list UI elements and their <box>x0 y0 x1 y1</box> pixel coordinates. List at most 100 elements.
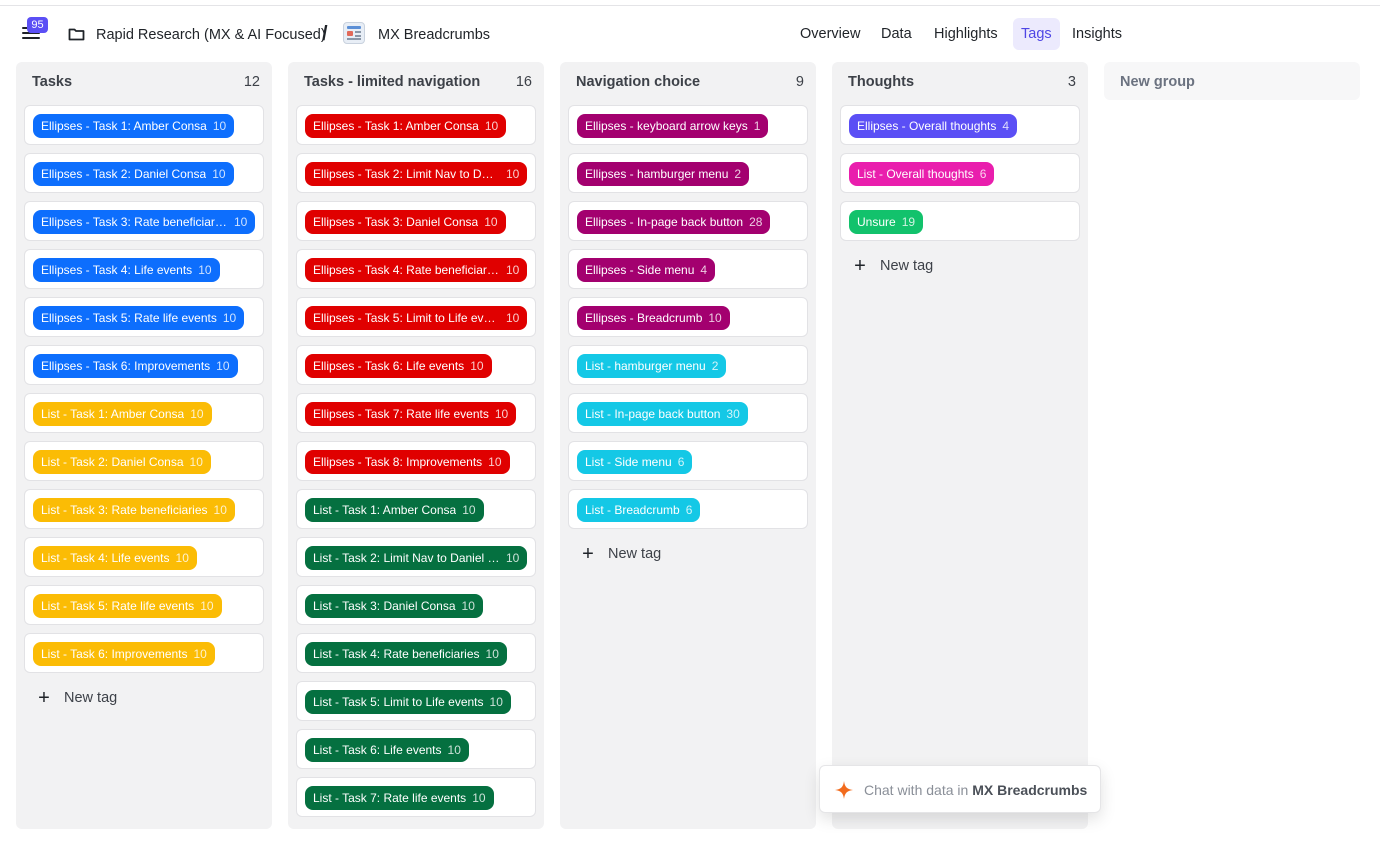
tag-pill[interactable]: Ellipses - keyboard arrow keys 1 <box>577 114 769 138</box>
tag-card[interactable]: List - Side menu 6 <box>568 441 808 481</box>
tag-card[interactable]: List - Breadcrumb 6 <box>568 489 808 529</box>
tag-card[interactable]: List - Task 3: Daniel Consa 10 <box>296 585 536 625</box>
tag-card[interactable]: Ellipses - Task 2: Daniel Consa 10 <box>24 153 264 193</box>
tag-count: 6 <box>979 167 987 181</box>
tag-pill[interactable]: List - Overall thoughts 6 <box>849 162 995 186</box>
group-header[interactable]: Navigation choice 9 <box>576 74 804 94</box>
tag-card[interactable]: List - hamburger menu 2 <box>568 345 808 385</box>
tag-card[interactable]: List - Task 5: Limit to Life events 10 <box>296 681 536 721</box>
tag-pill[interactable]: Ellipses - hamburger menu 2 <box>577 162 750 186</box>
group-header[interactable]: Thoughts 3 <box>848 74 1076 94</box>
tag-pill[interactable]: Ellipses - Task 2: Daniel Consa 10 <box>33 162 234 186</box>
tag-card[interactable]: Ellipses - Task 1: Amber Consa 10 <box>296 105 536 145</box>
tag-card[interactable]: List - Task 1: Amber Consa 10 <box>296 489 536 529</box>
tag-pill[interactable]: Ellipses - Task 5: Rate life events 10 <box>33 306 245 330</box>
tag-card[interactable]: List - Task 5: Rate life events 10 <box>24 585 264 625</box>
tag-pill[interactable]: List - In-page back button 30 <box>577 402 748 426</box>
tag-pill[interactable]: List - Breadcrumb 6 <box>577 498 701 522</box>
tag-pill[interactable]: Ellipses - Task 4: Life events 10 <box>33 258 220 282</box>
tag-count: 10 <box>213 503 227 517</box>
tag-card[interactable]: Ellipses - Task 4: Life events 10 <box>24 249 264 289</box>
tag-pill[interactable]: List - hamburger menu 2 <box>577 354 727 378</box>
tag-card[interactable]: Ellipses - Task 3: Daniel Consa 10 <box>296 201 536 241</box>
tab-insights[interactable]: Insights <box>1064 18 1130 50</box>
tag-card[interactable]: Ellipses - In-page back button 28 <box>568 201 808 241</box>
tag-card[interactable]: List - Task 2: Limit Nav to Daniel Consa… <box>296 537 536 577</box>
new-tag-button[interactable]: + New tag <box>580 543 661 565</box>
tag-pill[interactable]: List - Task 4: Life events 10 <box>33 546 197 570</box>
tag-pill[interactable]: Ellipses - Overall thoughts 4 <box>849 114 1018 138</box>
group-header[interactable]: Tasks - limited navigation 16 <box>304 74 532 94</box>
tag-pill[interactable]: List - Task 5: Limit to Life events 10 <box>305 690 511 714</box>
tag-pill[interactable]: Ellipses - Task 3: Rate beneficiaries 10 <box>33 210 256 234</box>
tag-count: 10 <box>447 743 461 757</box>
top-divider <box>0 0 1380 6</box>
tag-pill[interactable]: List - Task 1: Amber Consa 10 <box>305 498 484 522</box>
tag-card[interactable]: Ellipses - Task 5: Rate life events 10 <box>24 297 264 337</box>
tag-pill[interactable]: List - Task 6: Life events 10 <box>305 738 469 762</box>
tag-pill[interactable]: List - Task 2: Daniel Consa 10 <box>33 450 211 474</box>
tag-card[interactable]: Ellipses - Overall thoughts 4 <box>840 105 1080 145</box>
tag-pill[interactable]: Ellipses - Breadcrumb 10 <box>577 306 730 330</box>
tag-card[interactable]: List - Overall thoughts 6 <box>840 153 1080 193</box>
tab-tags[interactable]: Tags <box>1013 18 1060 50</box>
tag-card[interactable]: List - Task 4: Rate beneficiaries 10 <box>296 633 536 673</box>
tag-pill[interactable]: List - Task 3: Daniel Consa 10 <box>305 594 483 618</box>
tag-card[interactable]: Ellipses - Task 6: Life events 10 <box>296 345 536 385</box>
tag-card[interactable]: Ellipses - Task 5: Limit to Life events 1… <box>296 297 536 337</box>
tag-pill[interactable]: Ellipses - Task 6: Life events 10 <box>305 354 492 378</box>
tag-pill[interactable]: List - Task 5: Rate life events 10 <box>33 594 222 618</box>
tag-card[interactable]: Unsure 19 <box>840 201 1080 241</box>
tag-card[interactable]: List - In-page back button 30 <box>568 393 808 433</box>
new-tag-button[interactable]: + New tag <box>36 687 117 709</box>
tag-card[interactable]: List - Task 6: Improvements 10 <box>24 633 264 673</box>
tag-pill[interactable]: List - Side menu 6 <box>577 450 693 474</box>
tag-card[interactable]: Ellipses - Task 2: Limit Nav to Daniel C… <box>296 153 536 193</box>
tab-overview[interactable]: Overview <box>792 18 868 50</box>
tag-card[interactable]: List - Task 2: Daniel Consa 10 <box>24 441 264 481</box>
new-group-button[interactable]: New group <box>1104 62 1360 100</box>
tag-pill[interactable]: Ellipses - Task 8: Improvements 10 <box>305 450 510 474</box>
tag-name: Ellipses - Task 7: Rate life events <box>313 407 489 421</box>
tag-card[interactable]: Ellipses - Task 6: Improvements 10 <box>24 345 264 385</box>
tag-pill[interactable]: List - Task 2: Limit Nav to Daniel Consa… <box>305 546 528 570</box>
tag-card[interactable]: List - Task 1: Amber Consa 10 <box>24 393 264 433</box>
tag-pill[interactable]: Ellipses - Task 1: Amber Consa 10 <box>305 114 507 138</box>
tag-pill[interactable]: Ellipses - Task 5: Limit to Life events 1… <box>305 306 528 330</box>
tag-pill[interactable]: Ellipses - Task 2: Limit Nav to Daniel C… <box>305 162 528 186</box>
tag-pill[interactable]: Ellipses - Task 6: Improvements 10 <box>33 354 238 378</box>
tag-pill[interactable]: Ellipses - Side menu 4 <box>577 258 716 282</box>
tag-card[interactable]: Ellipses - keyboard arrow keys 1 <box>568 105 808 145</box>
tag-card[interactable]: Ellipses - Breadcrumb 10 <box>568 297 808 337</box>
tag-pill[interactable]: List - Task 1: Amber Consa 10 <box>33 402 212 426</box>
tag-card[interactable]: Ellipses - Task 1: Amber Consa 10 <box>24 105 264 145</box>
tag-card[interactable]: List - Task 6: Life events 10 <box>296 729 536 769</box>
tag-pill[interactable]: Ellipses - Task 3: Daniel Consa 10 <box>305 210 506 234</box>
tag-pill[interactable]: Ellipses - In-page back button 28 <box>577 210 771 234</box>
chat-with-data-button[interactable]: Chat with data in MX Breadcrumbs <box>819 765 1101 813</box>
tag-pill[interactable]: Ellipses - Task 7: Rate life events 10 <box>305 402 517 426</box>
tag-pill[interactable]: List - Task 4: Rate beneficiaries 10 <box>305 642 507 666</box>
tag-count: 6 <box>677 455 685 469</box>
new-tag-button[interactable]: + New tag <box>852 255 933 277</box>
tag-pill[interactable]: Ellipses - Task 1: Amber Consa 10 <box>33 114 235 138</box>
tag-card[interactable]: Ellipses - Task 7: Rate life events 10 <box>296 393 536 433</box>
tag-name: List - Task 2: Daniel Consa <box>41 455 184 469</box>
tag-card[interactable]: List - Task 7: Rate life events 10 <box>296 777 536 817</box>
tag-card[interactable]: Ellipses - hamburger menu 2 <box>568 153 808 193</box>
tag-card[interactable]: Ellipses - Side menu 4 <box>568 249 808 289</box>
tag-card[interactable]: Ellipses - Task 8: Improvements 10 <box>296 441 536 481</box>
tag-card[interactable]: List - Task 4: Life events 10 <box>24 537 264 577</box>
tag-pill[interactable]: List - Task 7: Rate life events 10 <box>305 786 494 810</box>
group-header[interactable]: Tasks 12 <box>32 74 260 94</box>
tag-pill[interactable]: Ellipses - Task 4: Rate beneficiaries 10 <box>305 258 528 282</box>
tag-card[interactable]: List - Task 3: Rate beneficiaries 10 <box>24 489 264 529</box>
tab-data[interactable]: Data <box>873 18 920 50</box>
tag-group-navigation-choice: Navigation choice 9 Ellipses - keyboard … <box>560 62 816 829</box>
tag-card[interactable]: Ellipses - Task 3: Rate beneficiaries 10 <box>24 201 264 241</box>
tab-highlights[interactable]: Highlights <box>926 18 1006 50</box>
tag-card[interactable]: Ellipses - Task 4: Rate beneficiaries 10 <box>296 249 536 289</box>
tag-pill[interactable]: Unsure 19 <box>849 210 924 234</box>
tag-pill[interactable]: List - Task 3: Rate beneficiaries 10 <box>33 498 235 522</box>
tag-pill[interactable]: List - Task 6: Improvements 10 <box>33 642 215 666</box>
